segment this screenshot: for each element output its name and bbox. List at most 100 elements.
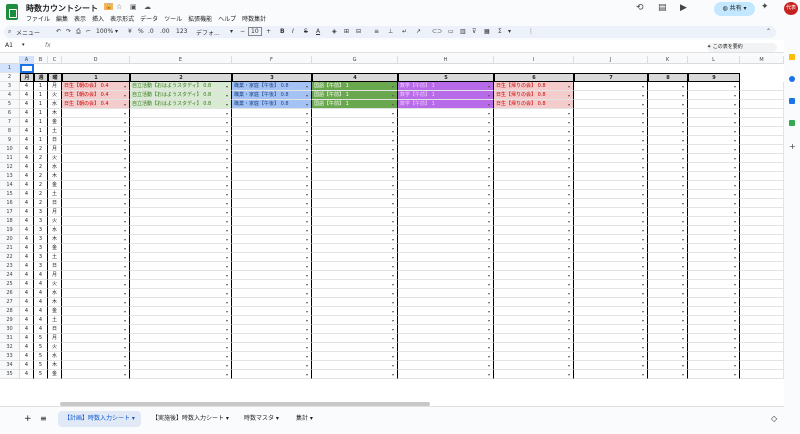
cell-month[interactable]: 4 bbox=[20, 190, 34, 199]
slot-dropdown-5[interactable]: ▾ bbox=[398, 226, 494, 235]
cell-day[interactable]: 月 bbox=[48, 208, 62, 217]
dropdown-arrow-icon[interactable]: ▾ bbox=[682, 253, 684, 261]
cell-day[interactable]: 木 bbox=[48, 361, 62, 370]
slot-dropdown-2[interactable]: ▾ bbox=[130, 163, 232, 172]
row-header[interactable]: 15 bbox=[0, 190, 20, 199]
dropdown-arrow-icon[interactable]: ▾ bbox=[124, 271, 126, 279]
slot-dropdown-1[interactable]: ▾ bbox=[62, 109, 130, 118]
cell-month[interactable]: 4 bbox=[20, 343, 34, 352]
cell-m[interactable] bbox=[740, 163, 784, 172]
cell-day[interactable]: 土 bbox=[48, 127, 62, 136]
slot-dropdown-6[interactable]: ▾ bbox=[494, 271, 574, 280]
cell-week[interactable]: 5 bbox=[34, 352, 48, 361]
slot-dropdown-5[interactable]: ▾ bbox=[398, 253, 494, 262]
cell-month[interactable]: 4 bbox=[20, 109, 34, 118]
dropdown-arrow-icon[interactable]: ▾ bbox=[124, 100, 126, 108]
dropdown-arrow-icon[interactable]: ▾ bbox=[392, 118, 394, 126]
slot-dropdown-8[interactable]: ▾ bbox=[648, 298, 688, 307]
name-box-dropdown-icon[interactable]: ▾ bbox=[22, 42, 25, 48]
slot-dropdown-1[interactable]: ▾ bbox=[62, 217, 130, 226]
slot-dropdown-7[interactable]: ▾ bbox=[574, 235, 648, 244]
column-header-a[interactable]: A bbox=[20, 56, 34, 64]
dropdown-arrow-icon[interactable]: ▾ bbox=[226, 190, 228, 198]
slot-dropdown-2[interactable]: ▾ bbox=[130, 334, 232, 343]
row-header[interactable]: 3 bbox=[0, 82, 20, 91]
dropdown-arrow-icon[interactable]: ▾ bbox=[392, 316, 394, 324]
slot-dropdown-9[interactable]: ▾ bbox=[688, 118, 740, 127]
cell-day[interactable]: 火 bbox=[48, 343, 62, 352]
row-header[interactable]: 28 bbox=[0, 307, 20, 316]
slot-dropdown-3[interactable]: ▾ bbox=[232, 316, 312, 325]
slot-dropdown-9[interactable]: ▾ bbox=[688, 181, 740, 190]
slot-dropdown-4[interactable]: 国語【午前】 1 ▾ bbox=[312, 91, 398, 100]
slot-dropdown-8[interactable]: ▾ bbox=[648, 91, 688, 100]
slot-dropdown-2[interactable]: ▾ bbox=[130, 145, 232, 154]
cell-m[interactable] bbox=[740, 208, 784, 217]
slot-dropdown-9[interactable]: ▾ bbox=[688, 334, 740, 343]
menu-help[interactable]: ヘルプ bbox=[218, 16, 236, 23]
dropdown-arrow-icon[interactable]: ▾ bbox=[306, 199, 308, 207]
slot-dropdown-8[interactable]: ▾ bbox=[648, 199, 688, 208]
dropdown-arrow-icon[interactable]: ▾ bbox=[488, 334, 490, 342]
slot-dropdown-9[interactable]: ▾ bbox=[688, 262, 740, 271]
dropdown-arrow-icon[interactable]: ▾ bbox=[488, 352, 490, 360]
dropdown-arrow-icon[interactable]: ▾ bbox=[568, 118, 570, 126]
dropdown-arrow-icon[interactable]: ▾ bbox=[488, 154, 490, 162]
dropdown-arrow-icon[interactable]: ▾ bbox=[306, 145, 308, 153]
dropdown-arrow-icon[interactable]: ▾ bbox=[226, 289, 228, 297]
cell-day[interactable]: 火 bbox=[48, 154, 62, 163]
slot-dropdown-5[interactable]: ▾ bbox=[398, 343, 494, 352]
dropdown-arrow-icon[interactable]: ▾ bbox=[392, 307, 394, 315]
slot-dropdown-5[interactable]: ▾ bbox=[398, 127, 494, 136]
dropdown-arrow-icon[interactable]: ▾ bbox=[226, 118, 228, 126]
font-size-decrease-icon[interactable]: − bbox=[240, 28, 245, 35]
slot-dropdown-4[interactable]: ▾ bbox=[312, 181, 398, 190]
row-header[interactable]: 30 bbox=[0, 325, 20, 334]
cell-month[interactable]: 4 bbox=[20, 334, 34, 343]
tab-master[interactable]: 時数マスタ ▾ bbox=[238, 411, 285, 427]
cell-day[interactable]: 金 bbox=[48, 307, 62, 316]
dropdown-arrow-icon[interactable]: ▾ bbox=[734, 172, 736, 180]
cell-day[interactable]: 火 bbox=[48, 280, 62, 289]
slot-dropdown-2[interactable]: ▾ bbox=[130, 361, 232, 370]
slot-dropdown-1[interactable]: ▾ bbox=[62, 298, 130, 307]
slot-dropdown-1[interactable]: ▾ bbox=[62, 325, 130, 334]
dropdown-arrow-icon[interactable]: ▾ bbox=[226, 208, 228, 216]
dropdown-arrow-icon[interactable]: ▾ bbox=[124, 361, 126, 369]
slot-dropdown-7[interactable]: ▾ bbox=[574, 172, 648, 181]
slot-dropdown-5[interactable]: 数学【午前】 1 ▾ bbox=[398, 91, 494, 100]
dropdown-arrow-icon[interactable]: ▾ bbox=[568, 217, 570, 225]
dropdown-arrow-icon[interactable]: ▾ bbox=[306, 154, 308, 162]
slot-dropdown-7[interactable]: ▾ bbox=[574, 253, 648, 262]
dropdown-arrow-icon[interactable]: ▾ bbox=[568, 100, 570, 108]
slot-dropdown-8[interactable]: ▾ bbox=[648, 325, 688, 334]
cell-week[interactable]: 1 bbox=[34, 100, 48, 109]
slot-dropdown-2[interactable]: ▾ bbox=[130, 262, 232, 271]
row-header[interactable]: 11 bbox=[0, 154, 20, 163]
cell-m[interactable] bbox=[740, 154, 784, 163]
functions-dropdown-icon[interactable]: ▾ bbox=[508, 28, 511, 35]
slot-dropdown-6[interactable]: 日生【帰りの会】 0.8 ▾ bbox=[494, 91, 574, 100]
dropdown-arrow-icon[interactable]: ▾ bbox=[642, 199, 644, 207]
dropdown-arrow-icon[interactable]: ▾ bbox=[392, 244, 394, 252]
slot-dropdown-5[interactable]: ▾ bbox=[398, 235, 494, 244]
dropdown-arrow-icon[interactable]: ▾ bbox=[734, 91, 736, 99]
dropdown-arrow-icon[interactable]: ▾ bbox=[488, 100, 490, 108]
slot-dropdown-4[interactable]: ▾ bbox=[312, 280, 398, 289]
slot-dropdown-5[interactable]: ▾ bbox=[398, 352, 494, 361]
slot-dropdown-6[interactable]: ▾ bbox=[494, 172, 574, 181]
slot-dropdown-6[interactable]: 日生【帰りの会】 0.8 ▾ bbox=[494, 100, 574, 109]
slot-dropdown-6[interactable]: ▾ bbox=[494, 208, 574, 217]
slot-dropdown-2[interactable]: ▾ bbox=[130, 370, 232, 379]
dropdown-arrow-icon[interactable]: ▾ bbox=[392, 100, 394, 108]
row-header[interactable]: 20 bbox=[0, 235, 20, 244]
dropdown-arrow-icon[interactable]: ▾ bbox=[682, 181, 684, 189]
dropdown-arrow-icon[interactable]: ▾ bbox=[124, 289, 126, 297]
cell-month[interactable]: 4 bbox=[20, 271, 34, 280]
dropdown-arrow-icon[interactable]: ▾ bbox=[124, 190, 126, 198]
cell-week[interactable]: 3 bbox=[34, 262, 48, 271]
slot-dropdown-1[interactable]: ▾ bbox=[62, 145, 130, 154]
slot-dropdown-6[interactable]: ▾ bbox=[494, 325, 574, 334]
slot-dropdown-4[interactable]: ▾ bbox=[312, 370, 398, 379]
undo-icon[interactable]: ↶ bbox=[56, 28, 61, 35]
